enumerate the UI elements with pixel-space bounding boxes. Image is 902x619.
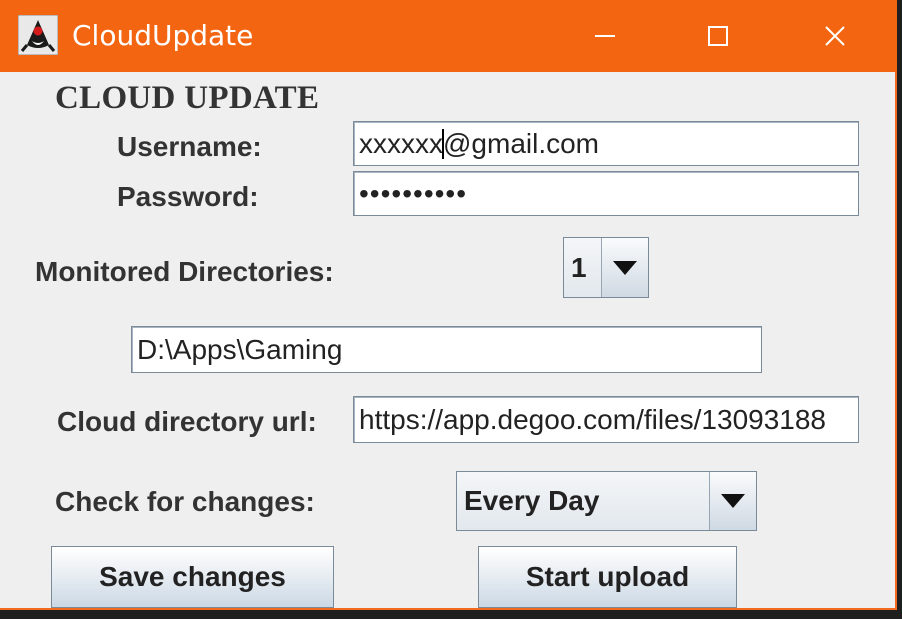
username-label: Username: bbox=[117, 131, 262, 162]
password-dots: •••••••••• bbox=[359, 177, 468, 209]
check-frequency-value: Every Day bbox=[457, 472, 710, 530]
maximize-icon bbox=[708, 26, 728, 46]
title-bar[interactable]: CloudUpdate bbox=[0, 0, 897, 72]
minimize-button[interactable] bbox=[560, 0, 650, 72]
chevron-down-icon[interactable] bbox=[710, 472, 756, 530]
username-text-after-caret: @gmail.com bbox=[443, 127, 600, 159]
java-duke-icon bbox=[17, 14, 59, 56]
monitored-count-dropdown[interactable]: 1 bbox=[563, 237, 649, 298]
password-field[interactable]: •••••••••• bbox=[353, 171, 859, 216]
check-frequency-dropdown[interactable]: Every Day bbox=[456, 471, 757, 531]
close-button[interactable] bbox=[790, 0, 880, 72]
cloud-url-field[interactable]: https://app.degoo.com/files/13093188 bbox=[353, 396, 859, 443]
maximize-button[interactable] bbox=[673, 0, 763, 72]
close-icon bbox=[825, 26, 845, 46]
save-changes-button[interactable]: Save changes bbox=[51, 546, 334, 608]
monitored-directories-label: Monitored Directories: bbox=[35, 256, 334, 287]
monitored-count-value: 1 bbox=[564, 238, 602, 297]
username-field[interactable]: xxxxxx @gmail.com bbox=[353, 121, 859, 166]
chevron-down-icon[interactable] bbox=[602, 238, 648, 297]
directory-path-field[interactable]: D:\Apps\Gaming bbox=[131, 326, 762, 373]
start-upload-button[interactable]: Start upload bbox=[478, 546, 737, 608]
window-title: CloudUpdate bbox=[72, 19, 254, 52]
cloudupdate-window: CloudUpdate CLOUD UPDATE Username: xxxxx… bbox=[0, 0, 897, 610]
cloud-url-label: Cloud directory url: bbox=[57, 406, 317, 437]
minimize-icon bbox=[595, 35, 615, 37]
password-label: Password: bbox=[117, 181, 259, 212]
check-changes-label: Check for changes: bbox=[55, 486, 315, 517]
username-text-before-caret: xxxxxx bbox=[359, 127, 443, 159]
form-heading: CLOUD UPDATE bbox=[55, 80, 320, 116]
